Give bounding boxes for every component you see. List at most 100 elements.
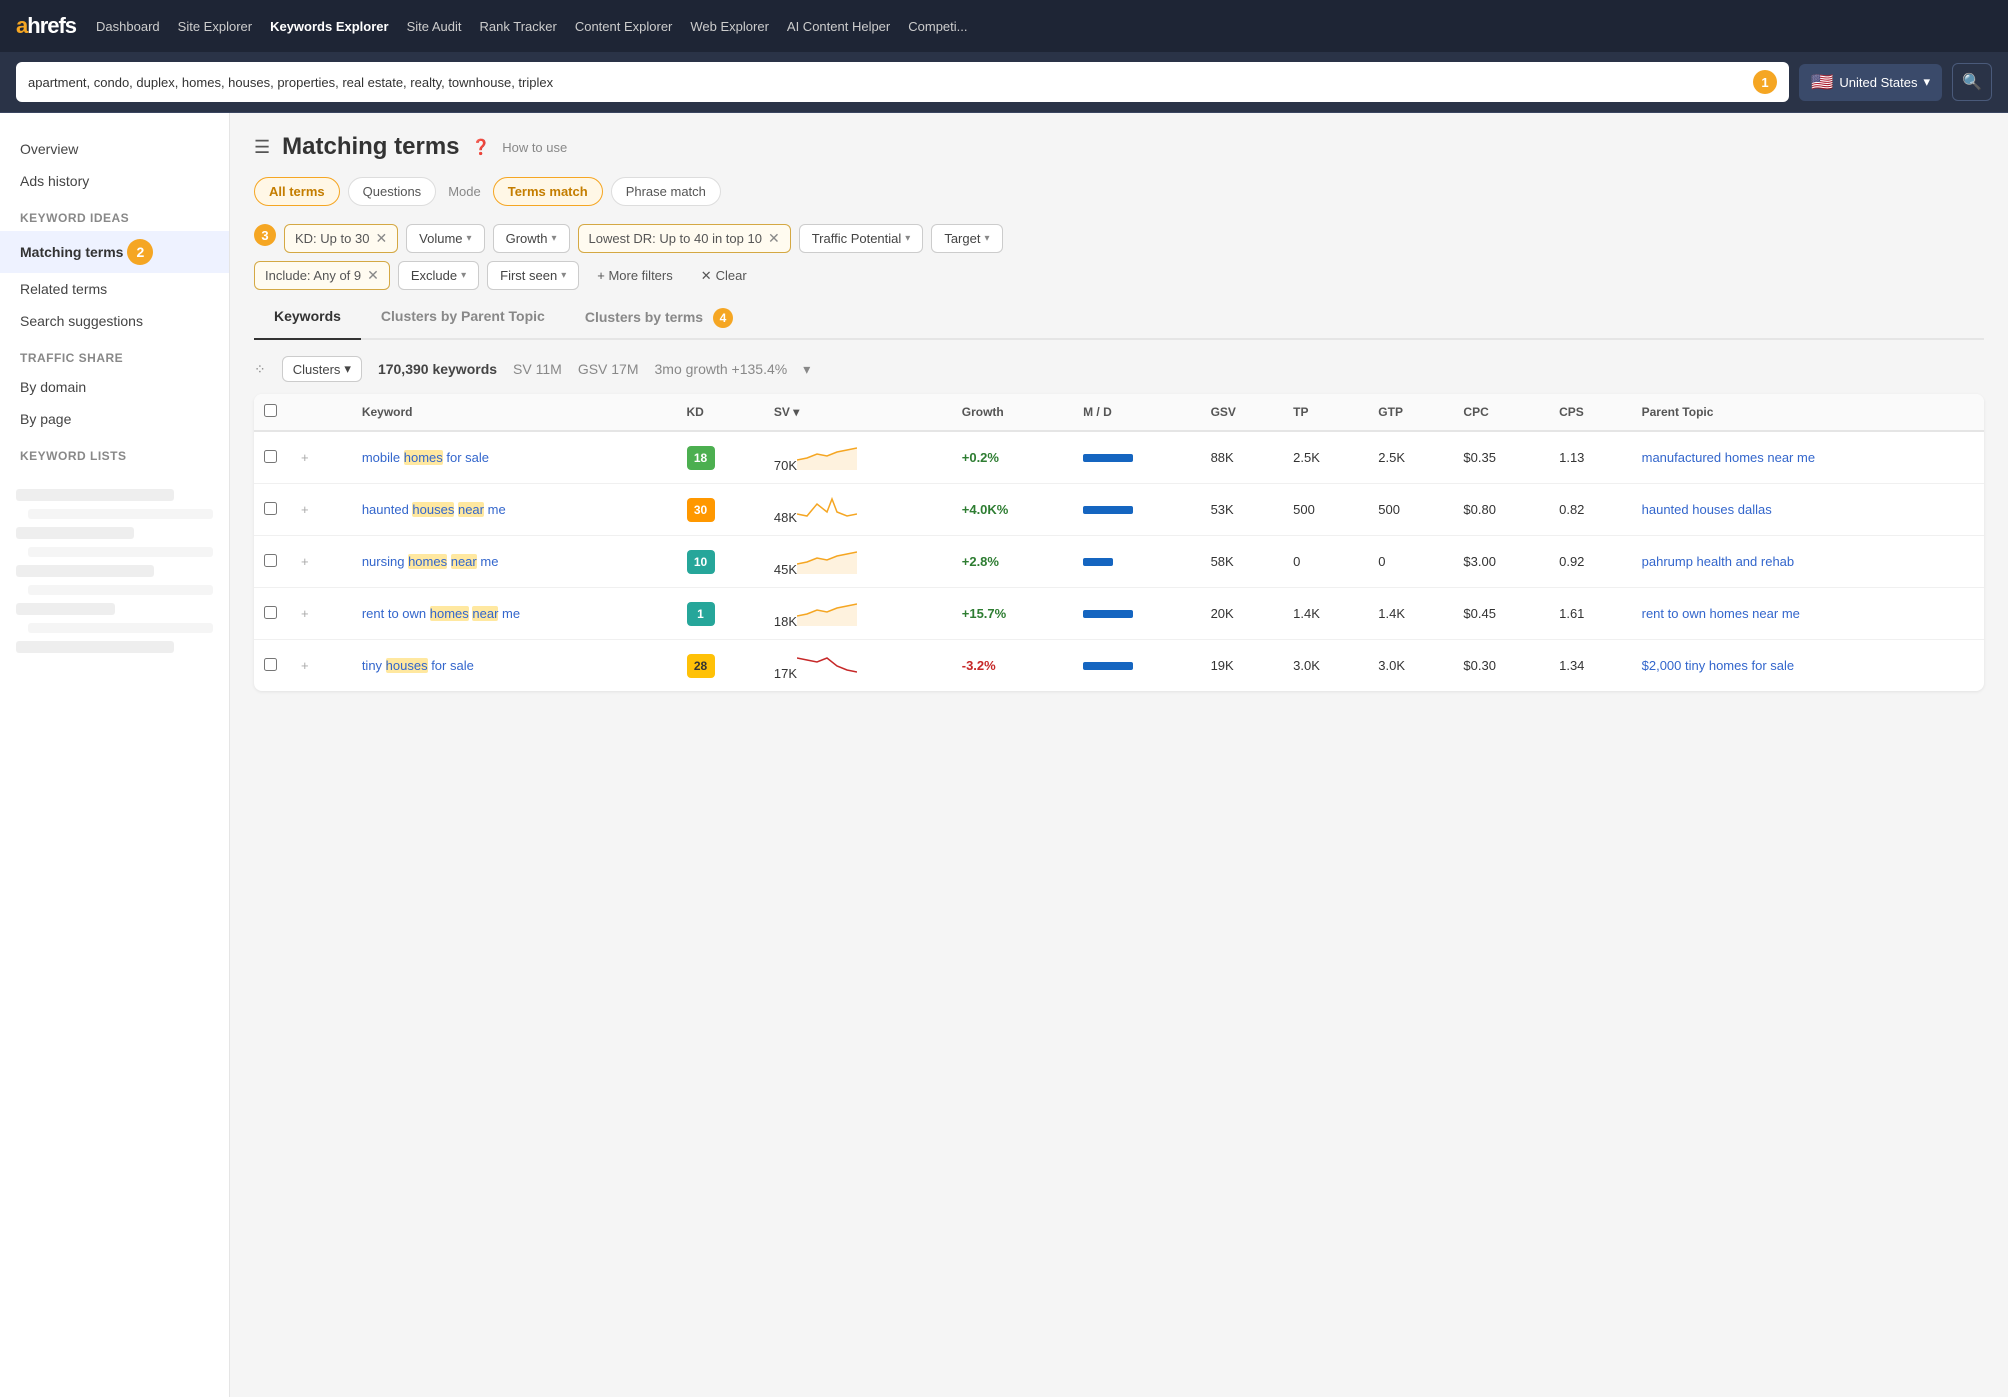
th-gsv[interactable]: GSV — [1201, 394, 1284, 431]
search-icon: 🔍 — [1962, 72, 1982, 92]
row-kd-cell: 18 — [677, 431, 764, 484]
sidebar-list-placeholder-5 — [16, 641, 174, 653]
country-selector[interactable]: 🇺🇸 United States ▾ — [1799, 64, 1942, 101]
th-gtp[interactable]: GTP — [1368, 394, 1453, 431]
filter-volume[interactable]: Volume ▾ — [406, 224, 484, 253]
how-to-use-link[interactable]: How to use — [502, 140, 567, 155]
row-checkbox[interactable] — [264, 658, 277, 671]
row-checkbox[interactable] — [264, 606, 277, 619]
filter-growth[interactable]: Growth ▾ — [493, 224, 570, 253]
keyword-link[interactable]: tiny houses for sale — [362, 658, 474, 673]
th-checkbox — [254, 394, 287, 431]
logo[interactable]: ahrefs — [16, 13, 76, 39]
sidebar-matching-terms-label: Matching terms — [20, 244, 123, 260]
row-cps-cell: 1.61 — [1549, 588, 1632, 640]
filter-clear-button[interactable]: ✕ Clear — [691, 261, 757, 290]
sidebar-item-related-terms[interactable]: Related terms — [0, 273, 229, 305]
filter-first-seen[interactable]: First seen ▾ — [487, 261, 579, 290]
th-cpc[interactable]: CPC — [1453, 394, 1549, 431]
row-add-button[interactable]: + — [297, 658, 313, 673]
row-add-button[interactable]: + — [297, 502, 313, 517]
tab-phrase-match[interactable]: Phrase match — [611, 177, 721, 206]
nav-keywords-explorer[interactable]: Keywords Explorer — [270, 19, 389, 34]
filter-traffic-potential[interactable]: Traffic Potential ▾ — [799, 224, 924, 253]
keyword-highlight: houses — [412, 502, 454, 517]
nav-web-explorer[interactable]: Web Explorer — [690, 19, 769, 34]
parent-topic-link[interactable]: manufactured homes near me — [1642, 450, 1815, 465]
row-parent-topic-cell: haunted houses dallas — [1632, 484, 1984, 536]
select-all-checkbox[interactable] — [264, 404, 277, 417]
row-gtp-cell: 1.4K — [1368, 588, 1453, 640]
th-growth[interactable]: Growth — [952, 394, 1073, 431]
nav-ai-content-helper[interactable]: AI Content Helper — [787, 19, 890, 34]
filter-kd-close[interactable]: ✕ — [375, 230, 387, 247]
row-cps-cell: 1.34 — [1549, 640, 1632, 692]
tab-all-terms[interactable]: All terms — [254, 177, 340, 206]
nav-content-explorer[interactable]: Content Explorer — [575, 19, 673, 34]
filter-kd[interactable]: KD: Up to 30 ✕ — [284, 224, 398, 253]
filter-more-button[interactable]: + More filters — [587, 261, 683, 290]
keyword-link[interactable]: haunted houses near me — [362, 502, 506, 517]
keyword-highlight: near — [451, 554, 477, 569]
parent-topic-link[interactable]: $2,000 tiny homes for sale — [1642, 658, 1794, 673]
filter-target[interactable]: Target ▾ — [931, 224, 1002, 253]
table-tab-clusters-terms[interactable]: Clusters by terms 4 — [565, 298, 753, 340]
th-tp[interactable]: TP — [1283, 394, 1368, 431]
row-checkbox[interactable] — [264, 450, 277, 463]
nav-site-audit[interactable]: Site Audit — [407, 19, 462, 34]
sidebar-list-placeholder-3 — [16, 565, 154, 577]
md-bar-fill — [1083, 454, 1133, 462]
filter-exclude[interactable]: Exclude ▾ — [398, 261, 479, 290]
clusters-dropdown[interactable]: Clusters ▾ — [282, 356, 362, 382]
keyword-link[interactable]: rent to own homes near me — [362, 606, 520, 621]
nav-competi[interactable]: Competi... — [908, 19, 967, 34]
filter-include[interactable]: Include: Any of 9 ✕ — [254, 261, 390, 290]
keyword-link[interactable]: mobile homes for sale — [362, 450, 489, 465]
sidebar-matching-terms-badge: 2 — [127, 239, 153, 265]
row-checkbox[interactable] — [264, 554, 277, 567]
sidebar-item-search-suggestions[interactable]: Search suggestions — [0, 305, 229, 337]
table-tab-keywords[interactable]: Keywords — [254, 298, 361, 340]
filter-lowest-dr[interactable]: Lowest DR: Up to 40 in top 10 ✕ — [578, 224, 791, 253]
row-tp-cell: 1.4K — [1283, 588, 1368, 640]
th-kd[interactable]: KD — [677, 394, 764, 431]
growth-chevron-icon[interactable]: ▾ — [803, 361, 810, 378]
filter-lowest-dr-close[interactable]: ✕ — [768, 230, 780, 247]
keyword-link[interactable]: nursing homes near me — [362, 554, 499, 569]
filter-include-close[interactable]: ✕ — [367, 267, 379, 284]
th-md[interactable]: M / D — [1073, 394, 1200, 431]
search-button[interactable]: 🔍 — [1952, 63, 1992, 101]
row-checkbox-cell — [254, 640, 287, 692]
row-checkbox[interactable] — [264, 502, 277, 515]
parent-topic-link[interactable]: rent to own homes near me — [1642, 606, 1800, 621]
row-add-button[interactable]: + — [297, 450, 313, 465]
th-add — [287, 394, 352, 431]
sparkline-chart — [797, 650, 857, 678]
tab-terms-match[interactable]: Terms match — [493, 177, 603, 206]
th-cps[interactable]: CPS — [1549, 394, 1632, 431]
sidebar-item-by-domain[interactable]: By domain — [0, 371, 229, 403]
th-keyword[interactable]: Keyword — [352, 394, 677, 431]
th-sv[interactable]: SV ▾ — [764, 394, 952, 431]
gsv-value: GSV 17M — [578, 361, 639, 377]
nav-dashboard[interactable]: Dashboard — [96, 19, 160, 34]
nav-rank-tracker[interactable]: Rank Tracker — [480, 19, 557, 34]
row-add-cell: + — [287, 588, 352, 640]
table-row: +haunted houses near me3048K +4.0K%53K50… — [254, 484, 1984, 536]
nav-site-explorer[interactable]: Site Explorer — [178, 19, 252, 34]
first-seen-chevron-icon: ▾ — [561, 270, 566, 281]
row-add-button[interactable]: + — [297, 554, 313, 569]
table-tab-clusters-parent[interactable]: Clusters by Parent Topic — [361, 298, 565, 340]
sidebar-item-overview[interactable]: Overview — [0, 133, 229, 165]
tab-questions[interactable]: Questions — [348, 177, 437, 206]
th-parent-topic[interactable]: Parent Topic — [1632, 394, 1984, 431]
parent-topic-link[interactable]: pahrump health and rehab — [1642, 554, 1795, 569]
row-growth-cell: +0.2% — [952, 431, 1073, 484]
search-input-wrap[interactable]: apartment, condo, duplex, homes, houses,… — [16, 62, 1789, 102]
hamburger-icon[interactable]: ☰ — [254, 137, 270, 158]
sidebar-item-ads-history[interactable]: Ads history — [0, 165, 229, 197]
sidebar-item-matching-terms[interactable]: Matching terms 2 — [0, 231, 229, 273]
row-add-button[interactable]: + — [297, 606, 313, 621]
parent-topic-link[interactable]: haunted houses dallas — [1642, 502, 1772, 517]
sidebar-item-by-page[interactable]: By page — [0, 403, 229, 435]
